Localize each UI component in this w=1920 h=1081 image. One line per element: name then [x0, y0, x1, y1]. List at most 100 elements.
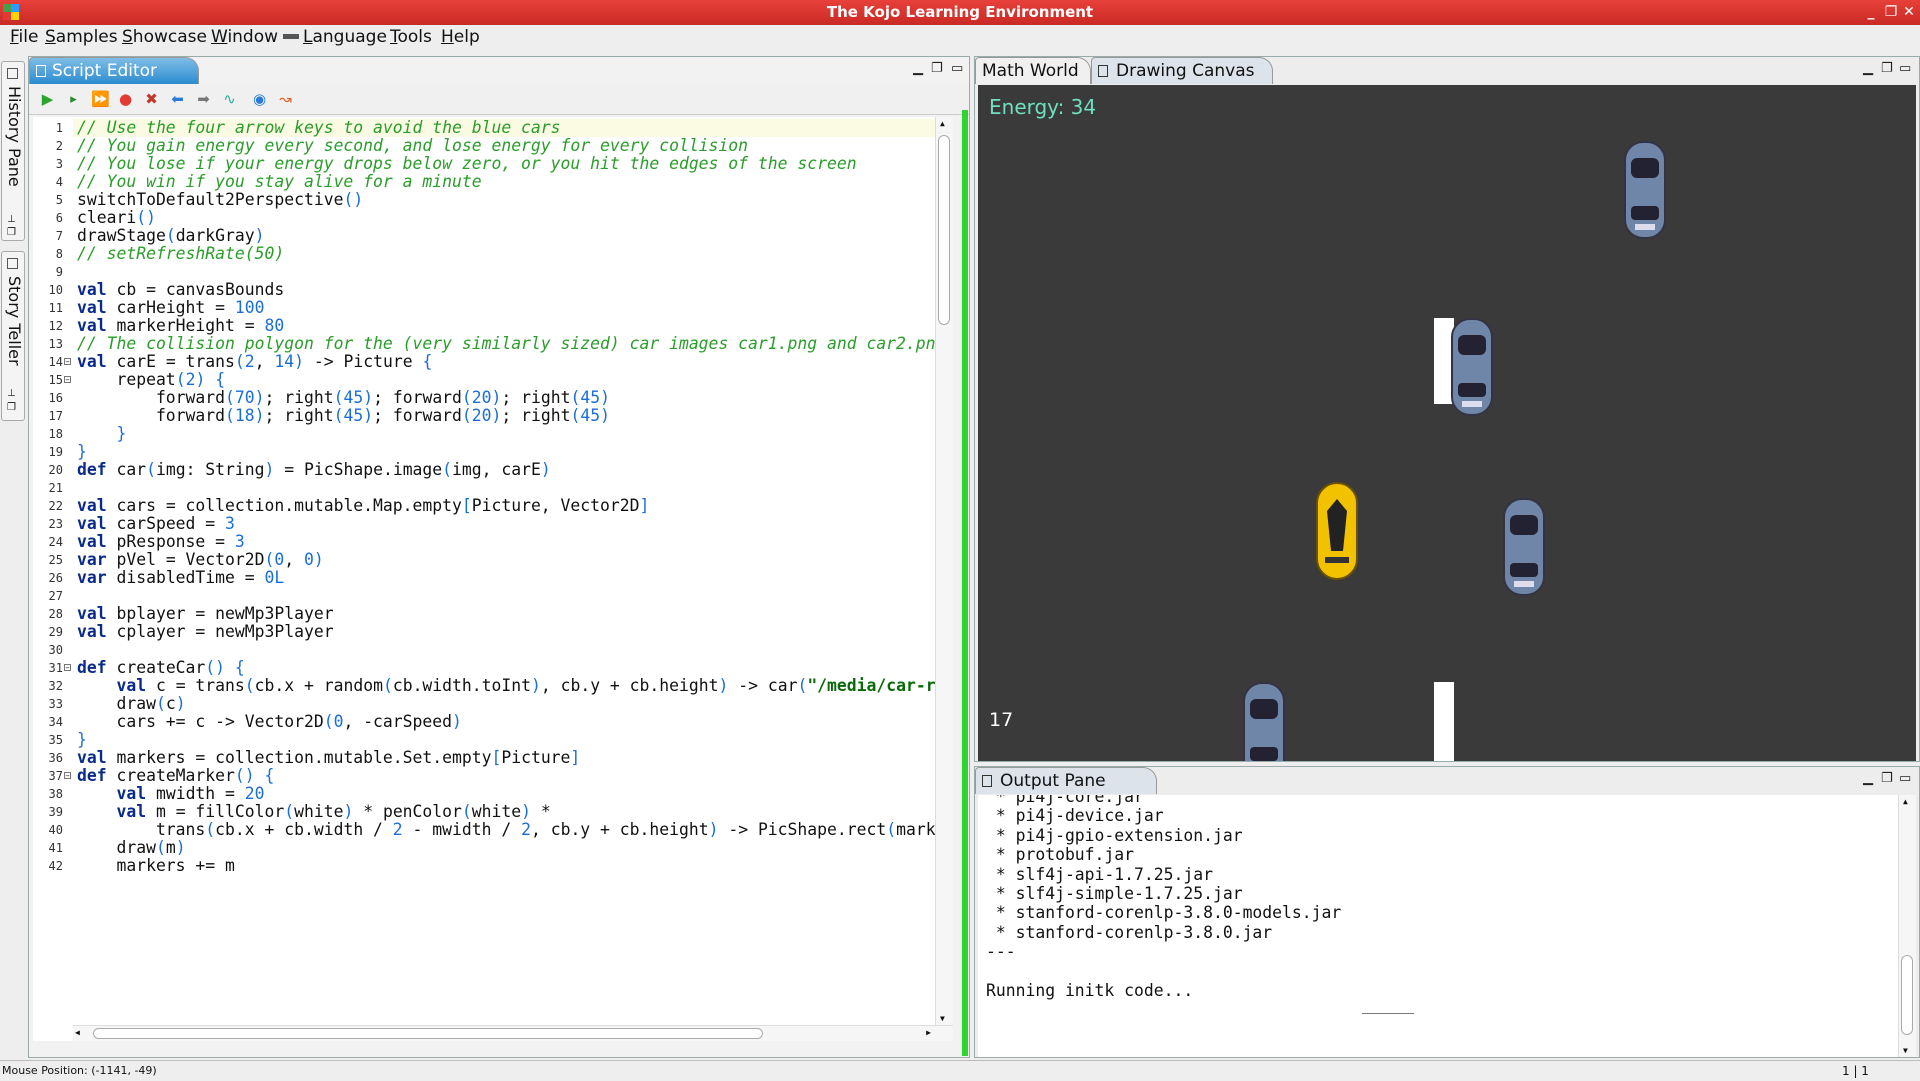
scroll-thumb[interactable]	[1901, 955, 1913, 1035]
tab-output-pane[interactable]: Output Pane	[975, 767, 1157, 794]
code-editor[interactable]: 1 2 3 4 5 6 7 8 9 10 11 12 13 14−15−16 17 18 19 20 21 22 23 2…	[33, 117, 953, 1041]
line-number: 7	[55, 229, 63, 243]
document-icon	[982, 775, 992, 787]
code-line: forward(18); right(45); forward(20); rig…	[77, 406, 610, 425]
back-icon[interactable]: ⬅	[169, 91, 186, 108]
editor-horizontal-scrollbar[interactable]: ◀ ▶	[73, 1025, 953, 1041]
line-number: 11	[48, 301, 63, 315]
pane-icon	[7, 68, 18, 79]
scroll-thumb[interactable]	[938, 135, 950, 325]
script-editor-panel: Script Editor ▁ ❐ ▭ ▶ ▸ ⏩ ● ✖ ⬅ ➡ ∿ ◉ ↝ …	[28, 56, 970, 1058]
code-line: repeat(2) {	[77, 370, 226, 389]
run-worksheet-icon[interactable]: ▸	[65, 91, 82, 108]
format-icon[interactable]: ∿	[221, 91, 238, 108]
player-yellow-car[interactable]	[1313, 481, 1361, 581]
code-line: val m = fillColor(white) * penColor(whit…	[116, 802, 551, 821]
output-line: Running initk code...	[986, 981, 1194, 1000]
scroll-down-icon[interactable]: ▼	[940, 1014, 945, 1023]
output-line: * stanford-corenlp-3.8.0.jar	[986, 922, 1273, 942]
close-icon[interactable]: ✕	[1900, 2, 1918, 22]
line-number: 15	[48, 373, 63, 387]
scroll-thumb[interactable]	[93, 1028, 763, 1039]
line-number: 30	[48, 643, 63, 657]
line-number: 39	[48, 805, 63, 819]
line-number: 27	[48, 589, 63, 603]
code-line: val carHeight = 100	[77, 298, 265, 317]
minimize-icon[interactable]: _	[1862, 2, 1880, 22]
fold-icon[interactable]: −	[64, 376, 71, 384]
output-vertical-scrollbar[interactable]: ▲ ▼	[1898, 795, 1916, 1057]
document-icon	[36, 65, 46, 77]
minimize-pane-icon[interactable]: ▁	[913, 61, 923, 76]
menu-window[interactable]: Window	[211, 27, 278, 47]
pin-icon[interactable]: ⊥	[7, 388, 16, 399]
minimize-pane-icon[interactable]: ▁	[1863, 61, 1873, 76]
run-icon[interactable]: ▶	[39, 91, 56, 108]
output-line: * slf4j-simple-1.7.25.jar	[986, 884, 1243, 903]
tab-script-editor[interactable]: Script Editor	[29, 57, 199, 84]
code-line: // You lose if your energy drops below z…	[77, 154, 857, 173]
line-number: 21	[48, 481, 63, 495]
story-teller-tab[interactable]: Story Teller ⊥ ❐	[1, 251, 25, 421]
run-as-story-icon[interactable]: ⏩	[91, 91, 110, 108]
fold-icon[interactable]: −	[64, 772, 71, 780]
status-bar: Mouse Position: (-1141, -49) 1 | 1	[0, 1060, 1920, 1080]
browser-icon[interactable]: ◉	[251, 91, 268, 108]
fold-icon[interactable]: −	[64, 664, 71, 672]
code-line: val carSpeed = 3	[77, 514, 235, 533]
code-line: switchToDefault2Perspective()	[77, 190, 364, 209]
history-pane-tab[interactable]: History Pane ⊥ ❐	[1, 61, 25, 241]
code-line: // The collision polygon for the (very s…	[77, 334, 936, 353]
scroll-down-icon[interactable]: ▼	[1903, 1046, 1908, 1055]
energy-readout: Energy: 34	[989, 95, 1097, 119]
restore-icon[interactable]: ❐	[1882, 2, 1900, 22]
output-line: * protobuf.jar	[986, 845, 1135, 865]
tab-drawing-canvas[interactable]: Drawing Canvas	[1091, 57, 1273, 84]
lane-marker	[1434, 682, 1454, 761]
menu-showcase[interactable]: Showcase	[122, 27, 207, 47]
title-bar: The Kojo Learning Environment _ ❐ ✕	[0, 0, 1920, 25]
menu-language[interactable]: Language	[303, 27, 387, 47]
output-text-area[interactable]: * pi4j-core.jar * pi4j-device.jar * pi4j…	[978, 795, 1916, 1057]
menu-file[interactable]: File	[10, 27, 38, 47]
line-number: 37	[48, 769, 63, 783]
line-number: 23	[48, 517, 63, 531]
line-number: 20	[48, 463, 63, 477]
menu-tools[interactable]: Tools	[390, 27, 432, 47]
line-number: 3	[55, 157, 63, 171]
restore-pane-icon[interactable]: ❐	[7, 227, 16, 238]
restore-pane-icon[interactable]: ❐	[1881, 61, 1893, 76]
restore-pane-icon[interactable]: ❐	[7, 402, 16, 413]
stop-icon[interactable]: ●	[117, 91, 134, 108]
trace-icon[interactable]: ↝	[277, 91, 294, 108]
line-number: 12	[48, 319, 63, 333]
code-line: markers += m	[77, 856, 235, 875]
game-canvas[interactable]: Energy: 34 17	[978, 85, 1916, 761]
line-number: 33	[48, 697, 63, 711]
code-line: drawStage(darkGray)	[77, 226, 265, 245]
maximize-pane-icon[interactable]: ▭	[951, 61, 963, 76]
menu-help[interactable]: Help	[441, 27, 480, 47]
minimize-pane-icon[interactable]: ▁	[1863, 771, 1873, 786]
pin-icon[interactable]: ⊥	[7, 214, 16, 225]
restore-pane-icon[interactable]: ❐	[931, 61, 943, 76]
maximize-pane-icon[interactable]: ▭	[1899, 61, 1911, 76]
code-line: cars += c -> Vector2D(0, -carSpeed)	[77, 712, 462, 731]
fold-icon[interactable]: −	[64, 358, 71, 366]
maximize-pane-icon[interactable]: ▭	[1899, 771, 1911, 786]
scroll-right-icon[interactable]: ▶	[926, 1028, 931, 1037]
scroll-left-icon[interactable]: ◀	[75, 1028, 80, 1037]
editor-vertical-scrollbar[interactable]: ▲ ▼	[935, 117, 953, 1041]
code-line: forward(70); right(45); forward(20); rig…	[77, 388, 610, 407]
forward-icon[interactable]: ➡	[195, 91, 212, 108]
scroll-up-icon[interactable]: ▲	[940, 119, 945, 128]
tab-math-world[interactable]: Math World	[975, 57, 1091, 84]
restore-pane-icon[interactable]: ❐	[1881, 771, 1893, 786]
scroll-up-icon[interactable]: ▲	[1903, 797, 1908, 806]
menu-samples[interactable]: Samples	[45, 27, 118, 47]
language-flag-icon	[283, 34, 299, 39]
blue-car	[1451, 318, 1493, 416]
clear-icon[interactable]: ✖	[143, 91, 160, 108]
line-number: 10	[48, 283, 63, 297]
drawing-canvas-label: Drawing Canvas	[1116, 61, 1255, 81]
